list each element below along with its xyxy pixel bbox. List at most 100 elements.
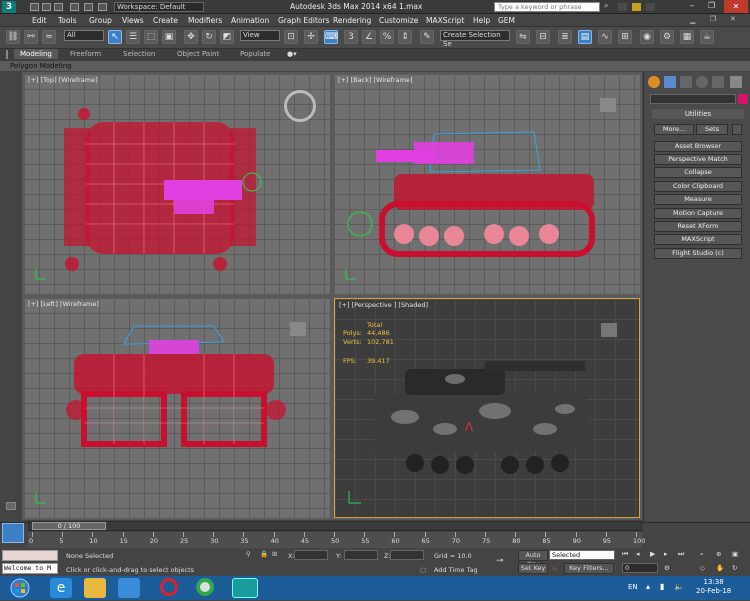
- link-icon[interactable]: ⛓: [6, 30, 20, 44]
- maxscript-button[interactable]: MAXScript: [654, 234, 742, 245]
- percent-snap-icon[interactable]: %: [380, 30, 394, 44]
- go-to-start-icon[interactable]: ⏮: [622, 550, 628, 559]
- current-frame-field[interactable]: 0: [622, 563, 658, 573]
- menu-views[interactable]: Views: [122, 16, 144, 25]
- play-icon[interactable]: ▶: [650, 550, 655, 558]
- x-coordinate-field[interactable]: [294, 550, 328, 560]
- motion-tab-icon[interactable]: [696, 76, 708, 88]
- tab-selection[interactable]: Selection: [123, 50, 155, 58]
- reference-coordinate-dropdown[interactable]: View: [240, 30, 280, 41]
- spinner-snap-icon[interactable]: ⇕: [398, 30, 412, 44]
- viewcube-persp-icon[interactable]: [601, 323, 617, 337]
- menu-gem[interactable]: GEM: [498, 16, 515, 25]
- network-icon[interactable]: ▮: [660, 582, 664, 591]
- set-key-mode-icon[interactable]: ⊸: [496, 556, 504, 566]
- select-and-move-icon[interactable]: ✥: [184, 30, 198, 44]
- isolate-selection-icon[interactable]: ⚲: [246, 550, 251, 558]
- save-file-icon[interactable]: [54, 3, 63, 11]
- select-and-scale-icon[interactable]: ◩: [220, 30, 234, 44]
- set-key-button[interactable]: Set Key: [518, 563, 548, 574]
- maximize-icon[interactable]: ❐: [708, 1, 715, 10]
- volume-icon[interactable]: 🔈: [674, 582, 684, 591]
- utilities-rollout-header[interactable]: Utilities: [652, 109, 744, 119]
- ribbon-panel-title[interactable]: Polygon Modeling: [0, 61, 750, 71]
- zoom-icon[interactable]: ⌕: [700, 550, 704, 559]
- zoom-all-icon[interactable]: ⊕: [716, 550, 721, 558]
- mini-curve-editor-icon[interactable]: [2, 523, 24, 543]
- display-tab-icon[interactable]: [712, 76, 724, 88]
- internet-explorer-icon[interactable]: e: [50, 578, 72, 598]
- add-time-tag-icon[interactable]: ▢: [420, 566, 426, 574]
- menu-graph-editors[interactable]: Graph Editors: [278, 16, 330, 25]
- menu-group[interactable]: Group: [89, 16, 112, 25]
- sets-button[interactable]: Sets: [696, 124, 728, 135]
- workspace-dropdown[interactable]: Workspace: Default: [114, 2, 204, 12]
- hierarchy-tab-icon[interactable]: [680, 76, 692, 88]
- maxscript-listener-input[interactable]: Welcome to M: [2, 563, 58, 574]
- open-file-icon[interactable]: [42, 3, 51, 11]
- 3ds-max-taskbar-icon[interactable]: [232, 578, 258, 598]
- key-set-dropdown[interactable]: Selected: [549, 550, 615, 560]
- pan-view-icon[interactable]: ✋: [716, 564, 724, 572]
- maxscript-listener-output[interactable]: [2, 550, 58, 561]
- viewport-perspective[interactable]: [+] [Perspective ] [Shaded] Total Polys:…: [334, 298, 640, 518]
- chrome-browser-icon[interactable]: [196, 578, 214, 596]
- absolute-mode-icon[interactable]: ⊞: [272, 550, 277, 558]
- mdi-close-icon[interactable]: ✕: [730, 15, 736, 23]
- opera-browser-icon[interactable]: [160, 578, 178, 596]
- collapse-button[interactable]: Collapse: [654, 167, 742, 178]
- viewcube-back-icon[interactable]: [600, 98, 616, 112]
- search-input[interactable]: Type a keyword or phrase: [494, 2, 600, 12]
- create-tab-icon[interactable]: [648, 76, 660, 88]
- flight-studio-button[interactable]: Flight Studio (c): [654, 248, 742, 259]
- new-file-icon[interactable]: [30, 3, 39, 11]
- search-icon[interactable]: ⌕: [604, 1, 613, 10]
- named-selection-sets-dropdown[interactable]: Create Selection Se: [440, 30, 510, 48]
- viewport-layout-icon[interactable]: [6, 502, 16, 510]
- tab-freeform[interactable]: Freeform: [70, 50, 101, 58]
- close-icon[interactable]: ✕: [724, 0, 748, 13]
- select-manipulate-icon[interactable]: ✢: [304, 30, 318, 44]
- material-editor-icon[interactable]: ◉: [640, 30, 654, 44]
- select-and-rotate-icon[interactable]: ↻: [202, 30, 216, 44]
- modify-tab-icon[interactable]: [664, 76, 676, 88]
- edit-named-selection-icon[interactable]: ✎: [420, 30, 434, 44]
- language-indicator[interactable]: EN: [628, 583, 638, 591]
- selection-filter-dropdown[interactable]: All: [64, 30, 104, 41]
- ribbon-options-icon[interactable]: ●▾: [287, 50, 297, 58]
- curve-editor-icon[interactable]: ∿: [598, 30, 612, 44]
- next-frame-icon[interactable]: ▸: [664, 550, 668, 558]
- help-icon[interactable]: [646, 3, 655, 11]
- schematic-view-icon[interactable]: ⊞: [618, 30, 632, 44]
- menu-maxscript[interactable]: MAXScript: [426, 16, 465, 25]
- menu-create[interactable]: Create: [153, 16, 178, 25]
- render-production-icon[interactable]: ☕: [700, 30, 714, 44]
- reset-xform-button[interactable]: Reset XForm: [654, 221, 742, 232]
- tab-object-paint[interactable]: Object Paint: [177, 50, 219, 58]
- more-button[interactable]: More...: [654, 124, 694, 135]
- media-player-icon[interactable]: [118, 578, 140, 598]
- select-by-name-icon[interactable]: ☰: [126, 30, 140, 44]
- select-object-icon[interactable]: ↖: [108, 30, 122, 44]
- menu-customize[interactable]: Customize: [379, 16, 418, 25]
- time-slider-track[interactable]: [28, 521, 642, 531]
- mdi-minimize-icon[interactable]: ▁: [690, 16, 695, 24]
- auto-key-button[interactable]: Auto Key: [518, 550, 548, 568]
- asset-browser-button[interactable]: Asset Browser: [654, 141, 742, 152]
- graphite-ribbon-icon[interactable]: ▤: [578, 30, 592, 44]
- viewcube-top-icon[interactable]: [284, 90, 316, 122]
- key-filter-curve-icon[interactable]: ∿: [552, 565, 557, 573]
- go-to-end-icon[interactable]: ⏭: [678, 550, 684, 559]
- start-button[interactable]: [2, 577, 38, 599]
- bind-space-warp-icon[interactable]: ≈: [42, 30, 56, 44]
- menu-tools[interactable]: Tools: [58, 16, 76, 25]
- configure-sets-icon[interactable]: [732, 124, 742, 135]
- perspective-match-button[interactable]: Perspective Match: [654, 154, 742, 165]
- menu-edit[interactable]: Edit: [32, 16, 47, 25]
- object-name-field[interactable]: [650, 94, 736, 104]
- unlink-icon[interactable]: ⚯: [24, 30, 38, 44]
- snaps-toggle-icon[interactable]: 3: [344, 30, 358, 44]
- pivot-center-icon[interactable]: ⊡: [284, 30, 298, 44]
- redo-icon[interactable]: [84, 3, 93, 11]
- color-clipboard-button[interactable]: Color Clipboard: [654, 181, 742, 192]
